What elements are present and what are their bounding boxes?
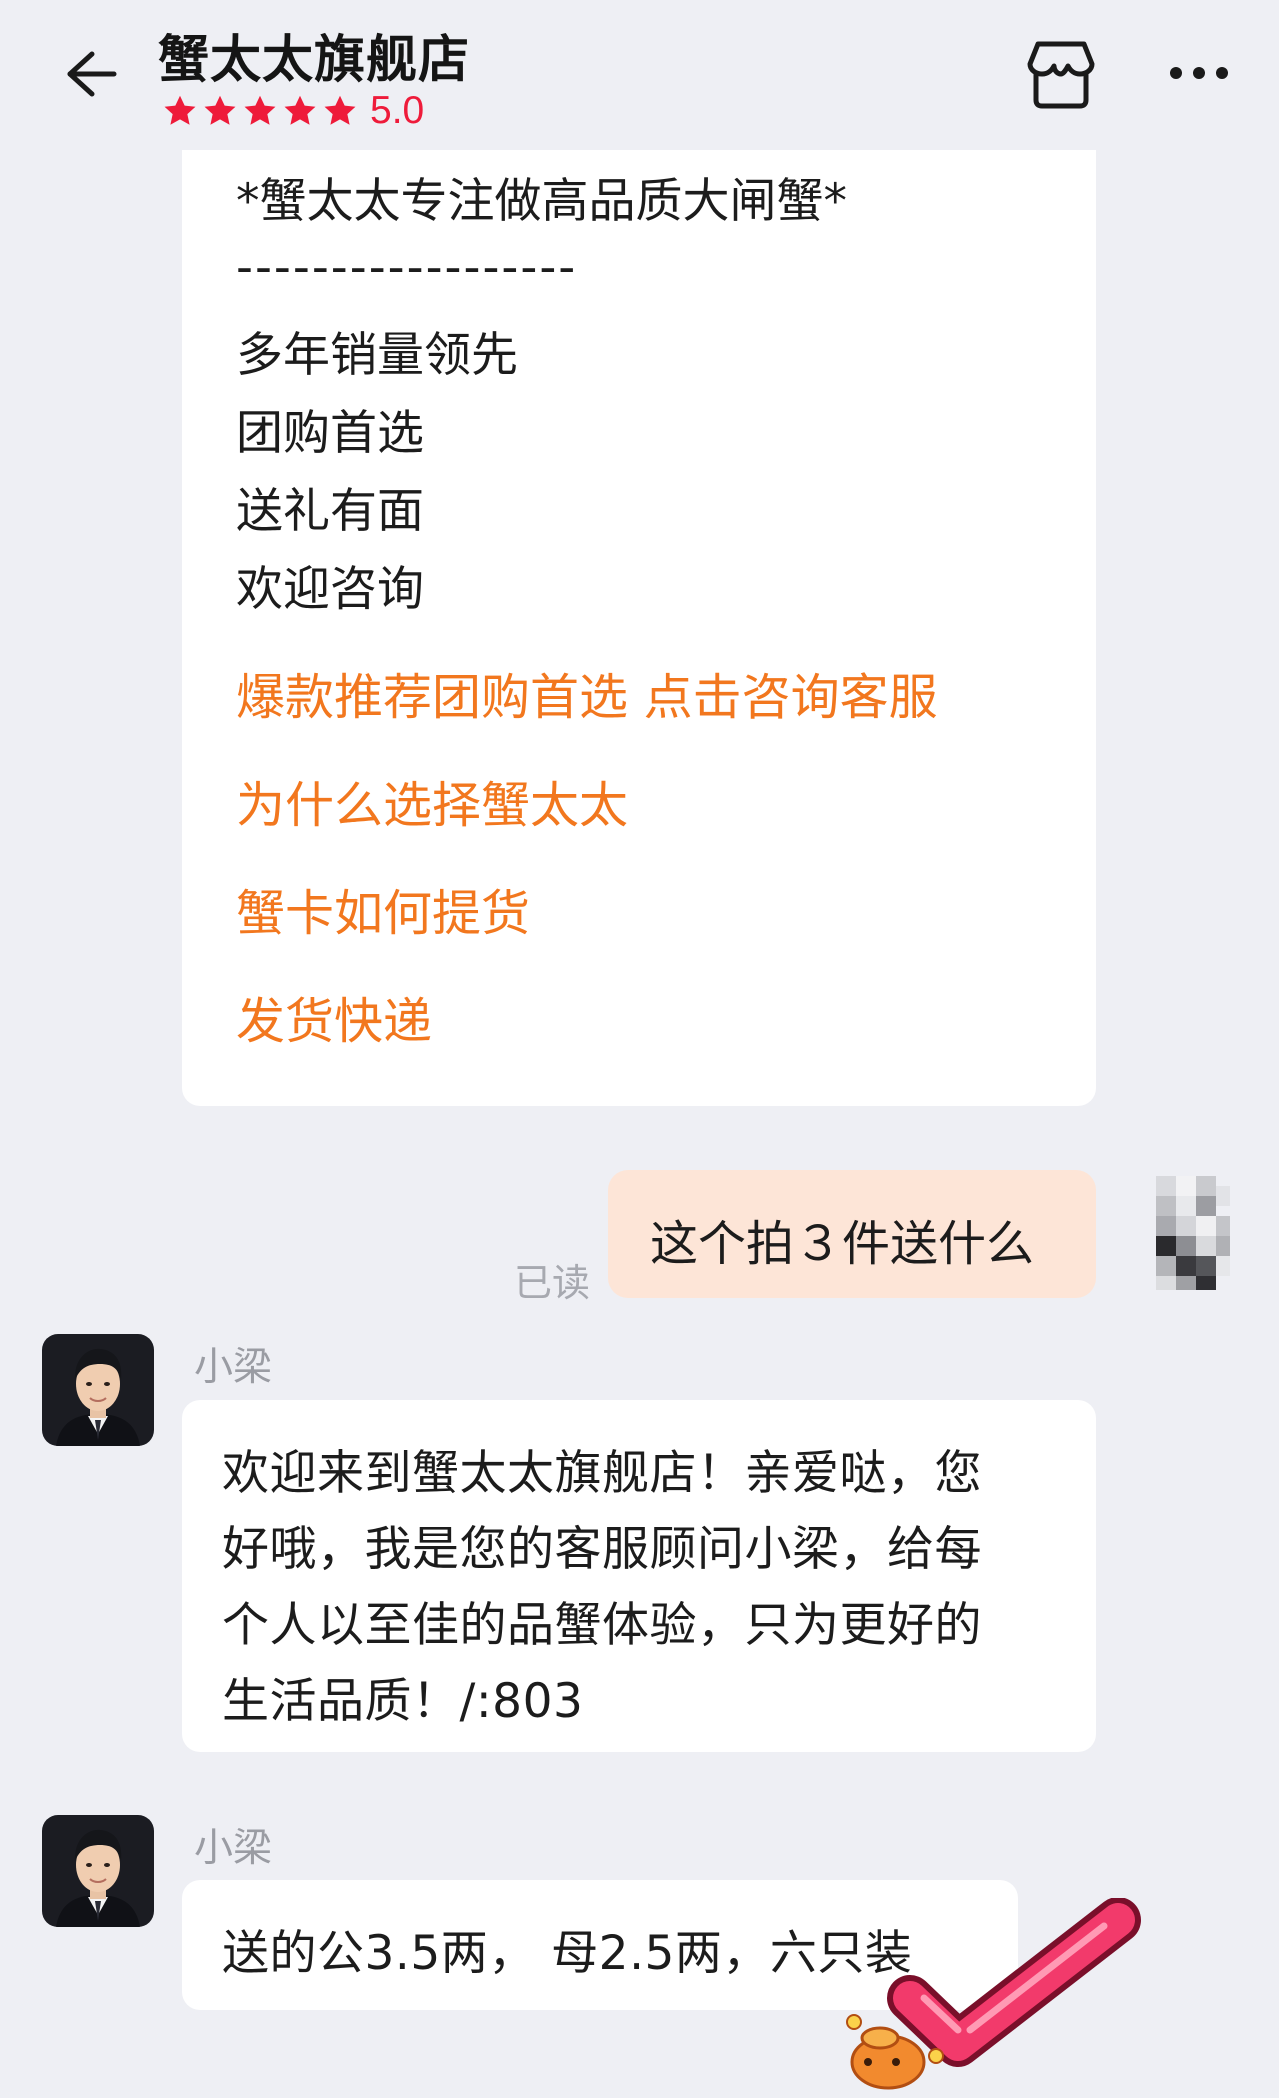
message-line: 送的公3.5两， 母2.5两，六只装 xyxy=(222,1926,913,1981)
read-status: 已读 xyxy=(514,1261,591,1305)
menu-line: 团购首选 xyxy=(236,406,424,461)
back-button[interactable] xyxy=(44,36,120,112)
star-icon xyxy=(204,95,236,125)
agent-avatar[interactable] xyxy=(42,1334,154,1446)
more-options-button[interactable] xyxy=(1164,50,1234,96)
star-icon xyxy=(324,95,356,125)
shop-name[interactable]: 蟹太太旗舰店 xyxy=(158,18,470,92)
more-dots-icon xyxy=(1170,67,1228,79)
message-line: 生活品质！/:803 xyxy=(222,1674,584,1729)
user-avatar[interactable] xyxy=(1142,1172,1236,1294)
menu-tagline: *蟹太太专注做高品质大闸蟹* xyxy=(236,174,847,229)
message-line: 欢迎来到蟹太太旗舰店！亲爱哒，您 xyxy=(222,1446,982,1501)
auto-reply-menu-card: *蟹太太专注做高品质大闸蟹* ------------------ 多年销量领先… xyxy=(182,150,1096,1106)
menu-divider: ------------------ xyxy=(236,240,578,295)
chat-header: 蟹太太旗舰店 5.0 xyxy=(0,0,1279,150)
pixelated-avatar-icon xyxy=(1142,1172,1236,1294)
menu-line: 送礼有面 xyxy=(236,484,424,539)
agent-name: 小梁 xyxy=(194,1345,273,1390)
menu-line: 多年销量领先 xyxy=(236,328,518,383)
check-mark-sticker xyxy=(840,1897,1150,2094)
agent-name: 小梁 xyxy=(194,1826,273,1871)
menu-link-why-choose[interactable]: 为什么选择蟹太太 xyxy=(236,766,628,837)
agent-message-bubble[interactable]: 欢迎来到蟹太太旗舰店！亲爱哒，您 好哦，我是您的客服顾问小梁，给每 个人以至佳的… xyxy=(182,1400,1096,1752)
star-icon xyxy=(164,95,196,125)
agent-portrait-icon xyxy=(42,1334,154,1446)
star-icon xyxy=(244,95,276,125)
store-icon xyxy=(1027,41,1095,109)
shop-rating: 5.0 xyxy=(162,88,424,134)
rating-stars xyxy=(162,93,362,129)
user-message-bubble[interactable]: 这个拍３件送什么 xyxy=(608,1170,1096,1298)
menu-link-hot-recommend[interactable]: 爆款推荐团购首选 点击咨询客服 xyxy=(236,658,938,729)
message-line: 好哦，我是您的客服顾问小梁，给每 xyxy=(222,1522,982,1577)
menu-link-shipping[interactable]: 发货快递 xyxy=(236,982,432,1053)
user-message-text: 这个拍３件送什么 xyxy=(650,1216,1035,1272)
message-line: 个人以至佳的品蟹体验，只为更好的 xyxy=(222,1598,982,1653)
agent-avatar[interactable] xyxy=(42,1815,154,1927)
agent-portrait-icon xyxy=(42,1815,154,1927)
menu-link-card-redeem[interactable]: 蟹卡如何提货 xyxy=(236,874,530,945)
star-icon xyxy=(284,95,316,125)
check-mark-sticker-icon xyxy=(846,1897,1141,2090)
store-button[interactable] xyxy=(1024,36,1098,112)
menu-line: 欢迎咨询 xyxy=(236,562,424,617)
rating-score: 5.0 xyxy=(370,89,425,132)
arrow-left-icon xyxy=(67,51,117,97)
